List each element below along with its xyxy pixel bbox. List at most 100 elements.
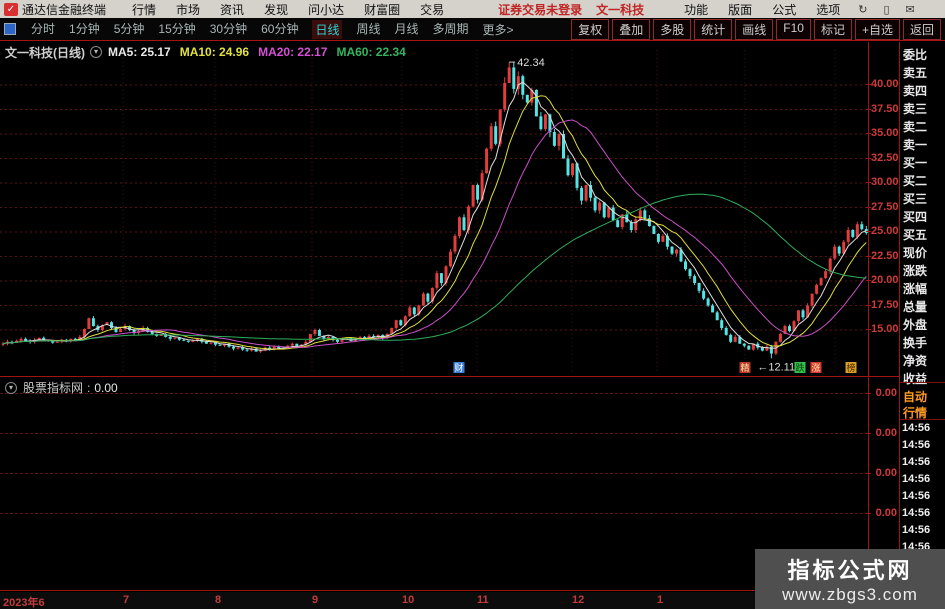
menu-item-6[interactable]: 财富圈 [364, 1, 400, 18]
order-label-5[interactable]: 卖二 [903, 118, 927, 135]
function-item-3[interactable]: 公式 [772, 1, 796, 18]
quote-label-8[interactable]: 收益 [903, 370, 927, 387]
tick-time: 14:56 [902, 490, 931, 502]
quote-label-5[interactable]: 外盘 [903, 316, 927, 333]
toolbar-button-5[interactable]: 画线 [735, 18, 774, 40]
current-stock-label[interactable]: 文一科技 [596, 1, 644, 18]
period-tab-7[interactable]: 日线 [312, 19, 343, 39]
toolbar-button-6[interactable]: F10 [776, 18, 811, 40]
period-tab-5[interactable]: 30分钟 [210, 20, 247, 39]
menu-item-4[interactable]: 发现 [264, 1, 288, 18]
mobile-icon[interactable]: ▯ [883, 3, 889, 16]
period-tab-8[interactable]: 周线 [356, 20, 380, 39]
watermark: 指标公式网 www.zbgs3.com [755, 549, 945, 609]
refresh-icon[interactable]: ↻ [858, 3, 867, 16]
quote-label-7[interactable]: 净资 [903, 352, 927, 369]
sub-gridline [0, 473, 868, 474]
toolbar-button-1[interactable]: 复权 [571, 18, 610, 40]
toolbar-buttons: 复权 叠加 多股 统计 画线 F10 标记 +自选 返回 [568, 18, 941, 40]
mail-icon[interactable]: ✉ [906, 3, 915, 16]
menu-item-3[interactable]: 资讯 [220, 1, 244, 18]
quote-label-6[interactable]: 换手 [903, 334, 927, 351]
watermark-title: 指标公式网 [787, 558, 913, 583]
function-item-1[interactable]: 功能 [684, 1, 708, 18]
panel-separator [900, 382, 945, 383]
ma-value-label-4: MA60: 22.34 [336, 45, 406, 59]
quote-label-2[interactable]: 涨跌 [903, 262, 927, 279]
period-tab-10[interactable]: 多周期 [433, 20, 469, 39]
period-tab-3[interactable]: 5分钟 [114, 20, 145, 39]
order-label-10[interactable]: 买四 [903, 208, 927, 225]
price-tick-label: 30.00 [866, 176, 899, 188]
tick-time: 14:56 [902, 456, 931, 468]
toolbar-button-2[interactable]: 叠加 [612, 18, 651, 40]
toolbar-button-9[interactable]: 返回 [902, 18, 941, 40]
sub-axis-label: 0.00 [866, 467, 897, 480]
chevron-down-icon[interactable]: ▾ [90, 46, 102, 58]
period-tabs: 分时 1分钟 5分钟 15分钟 30分钟 60分钟 日线 周线 月线 多周期 [24, 19, 476, 39]
quote-label-4[interactable]: 总量 [903, 298, 927, 315]
date-label-4: 9 [312, 594, 319, 606]
order-label-7[interactable]: 买一 [903, 154, 927, 171]
period-tab-9[interactable]: 月线 [395, 20, 419, 39]
toolbar-button-4[interactable]: 统计 [694, 18, 733, 40]
order-label-3[interactable]: 卖四 [903, 82, 927, 99]
period-tab-2[interactable]: 1分钟 [69, 20, 100, 39]
quote-label-3[interactable]: 涨幅 [903, 280, 927, 297]
candlestick-chart[interactable]: 42.34 ←12.11 财 精 跌涨 榜 [0, 42, 868, 374]
toolbar-button-8[interactable]: +自选 [854, 18, 900, 40]
auto-label[interactable]: 自动 [903, 388, 927, 405]
chart-type-icon[interactable] [4, 23, 16, 35]
function-menu: 功能 版面 公式 选项 [674, 1, 850, 18]
function-item-4[interactable]: 选项 [816, 1, 840, 18]
subpanel-divider [0, 376, 945, 377]
order-label-4[interactable]: 卖三 [903, 100, 927, 117]
menu-item-7[interactable]: 交易 [420, 1, 444, 18]
price-tick-label: 40.00 [866, 78, 899, 90]
app-title: 通达信金融终端 [22, 2, 107, 17]
ma-value-label-3: MA20: 22.17 [258, 45, 328, 59]
trade-login-status[interactable]: 证券交易未登录 [498, 1, 582, 18]
order-label-9[interactable]: 买三 [903, 190, 927, 207]
svg-text:跌: 跌 [795, 363, 804, 373]
price-tick-label: 37.50 [866, 102, 899, 115]
date-label-7: 12 [572, 594, 585, 606]
axis-divider [868, 42, 869, 591]
order-label-6[interactable]: 卖一 [903, 136, 927, 153]
price-tick-label: 20.00 [866, 274, 899, 286]
date-label-8: 1 [657, 594, 664, 606]
period-tab-4[interactable]: 15分钟 [158, 20, 195, 39]
app-logo-icon[interactable]: ✓ [4, 2, 18, 16]
price-tick-label: 35.00 [866, 127, 899, 139]
price-tick-label: 22.50 [866, 249, 899, 262]
indicator-chevron-icon[interactable]: ▾ [5, 381, 17, 394]
tick-time: 14:56 [902, 507, 931, 519]
tick-time: 14:56 [902, 422, 931, 434]
indicator-separator: : [87, 380, 91, 395]
order-label-11[interactable]: 买五 [903, 226, 927, 243]
svg-text:财: 财 [454, 362, 463, 373]
menu-item-5[interactable]: 问小达 [308, 1, 344, 18]
menu-item-1[interactable]: 行情 [132, 1, 156, 18]
quote-panel: 委比 卖五 卖四 卖三 卖二 卖一 买一 买二 买三 买四 买五 现价 涨跌 涨幅 总量 外盘 换手 净资 收益 自动… [900, 42, 945, 591]
symbol-period-label[interactable]: 文一科技(日线) [5, 44, 85, 61]
order-label-2[interactable]: 卖五 [903, 64, 927, 81]
order-label-1[interactable]: 委比 [903, 46, 927, 63]
sub-axis-label: 0.00 [866, 427, 897, 440]
indicator-value: 0.00 [94, 380, 118, 395]
quote-label-1[interactable]: 现价 [903, 244, 927, 261]
price-tick-label: 17.50 [866, 298, 899, 311]
date-label-1: 2023年6 [3, 597, 45, 609]
function-item-2[interactable]: 版面 [728, 1, 752, 18]
period-toolbar: 分时 1分钟 5分钟 15分钟 30分钟 60分钟 日线 周线 月线 多周期 更多> 复权 叠加 多股… [0, 18, 945, 41]
order-label-8[interactable]: 买二 [903, 172, 927, 189]
date-label-5: 10 [402, 594, 415, 606]
indicator-name[interactable]: 股票指标网 [23, 379, 83, 396]
toolbar-button-3[interactable]: 多股 [653, 18, 692, 40]
period-tab-6[interactable]: 60分钟 [261, 20, 298, 39]
more-periods-button[interactable]: 更多> [483, 21, 514, 38]
toolbar-button-7[interactable]: 标记 [813, 18, 852, 40]
period-tab-1[interactable]: 分时 [31, 20, 55, 39]
chart-header: 文一科技(日线) ▾ MA5: 25.17 MA10: 24.96 MA20: 22… [5, 44, 415, 61]
menu-item-2[interactable]: 市场 [176, 1, 200, 18]
